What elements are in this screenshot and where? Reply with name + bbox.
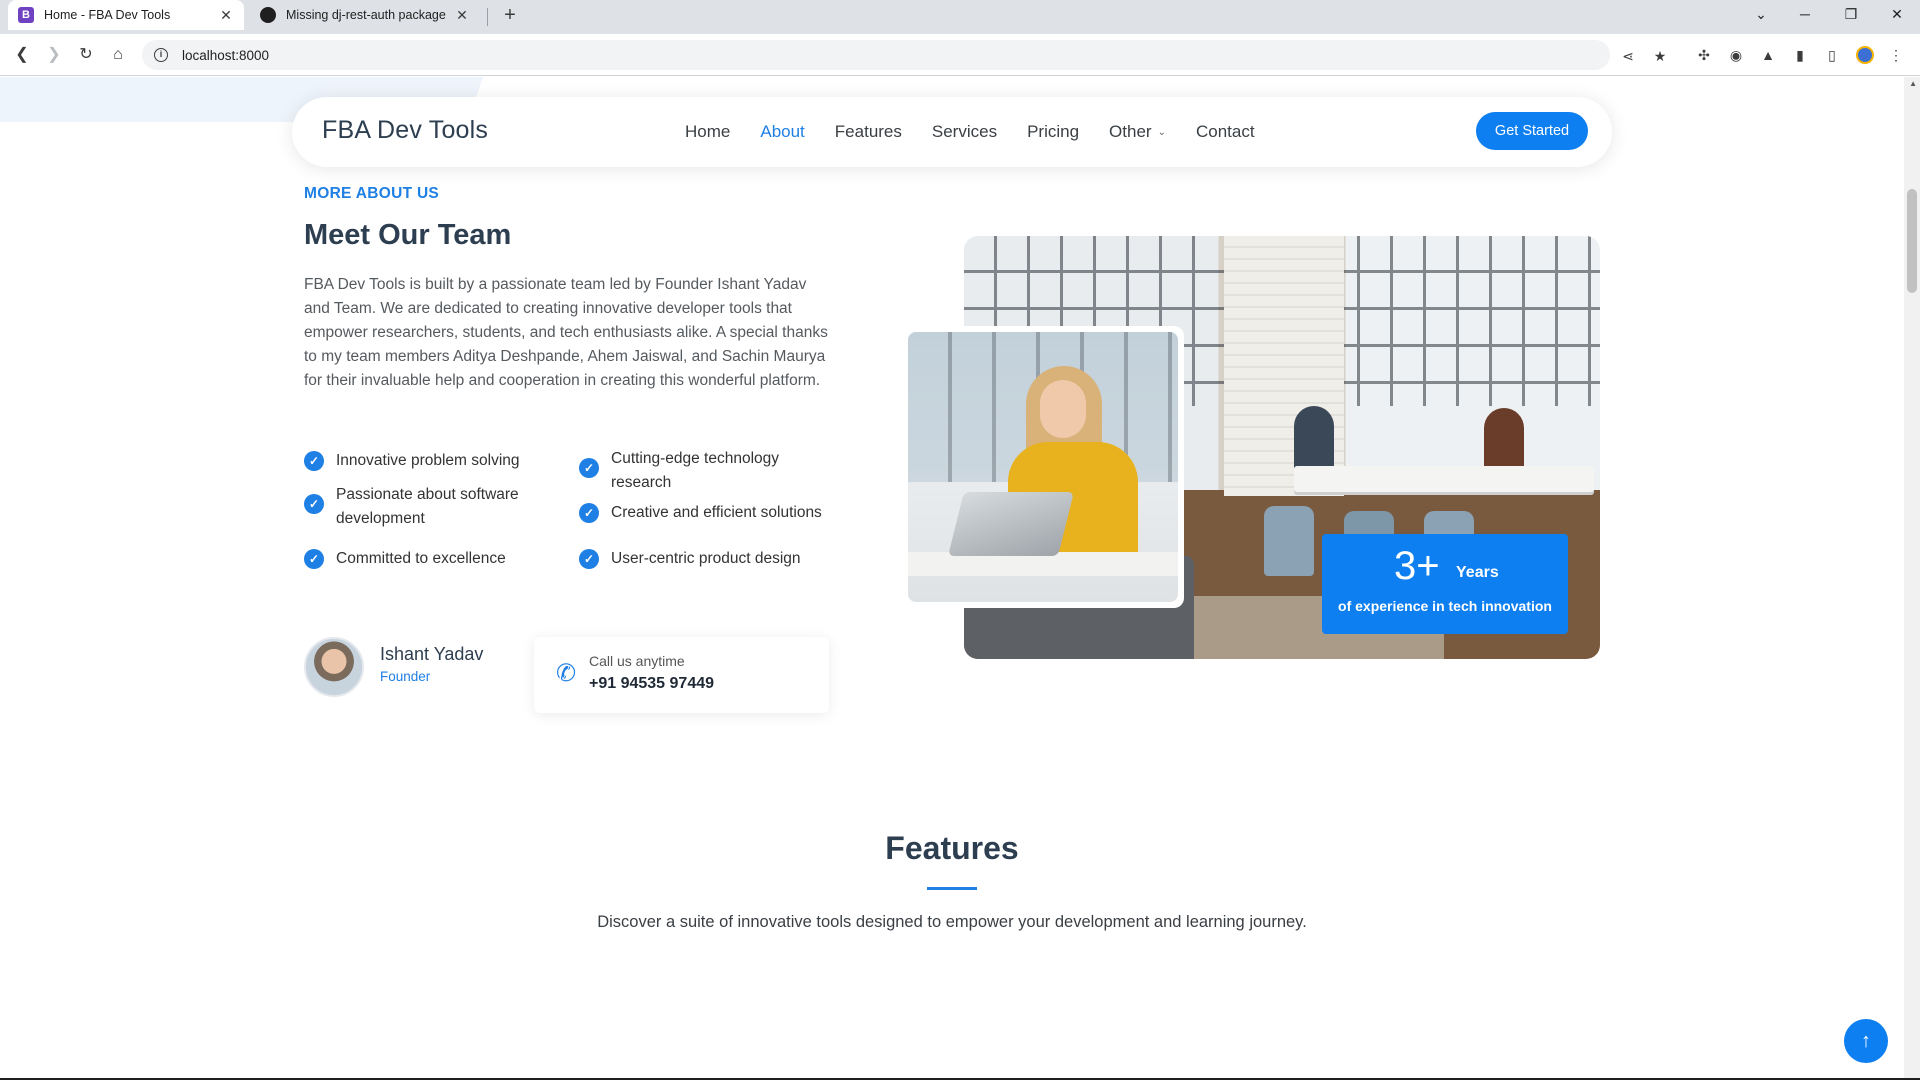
tab-missing-dj-rest-auth[interactable]: Missing dj-rest-auth package ✕ [250,0,480,30]
extension-circle-icon[interactable]: ◉ [1726,45,1746,65]
features-title: Features [885,830,1019,866]
checklist-item: ✓ Cutting-edge technology research [579,447,824,495]
experience-number: 3+ [1394,544,1440,588]
check-circle-icon: ✓ [304,494,324,514]
restore-button[interactable]: ❐ [1828,0,1874,30]
scroll-to-top-button[interactable]: ↑ [1844,1019,1888,1063]
checklist-item-label: Creative and efficient solutions [611,504,822,521]
checklist-item-label: Passionate about software development [336,486,519,527]
tab-home-fba-dev-tools[interactable]: B Home - FBA Dev Tools ✕ [8,0,244,30]
phone-icon: ✆ [556,660,577,687]
nav-link-other-dropdown[interactable]: Other ⌄ [1109,122,1166,142]
home-button[interactable]: ⌂ [106,43,130,67]
experience-text: of experience in tech innovation [1338,598,1552,614]
section-eyebrow: MORE ABOUT US [304,185,440,202]
image-laptop [948,492,1074,556]
check-circle-icon: ✓ [579,549,599,569]
checklist-item-label: User-centric product design [611,550,801,567]
profile-avatar[interactable] [1856,46,1874,64]
tab-title: Missing dj-rest-auth package [286,8,446,22]
experience-badge: 3+ Years of experience in tech innovatio… [1322,534,1568,634]
features-description: Discover a suite of innovative tools des… [597,913,1307,931]
minimize-button[interactable]: ─ [1782,0,1828,30]
scrollbar-thumb[interactable] [1907,189,1917,293]
tab-search-button[interactable]: ⌄ [1738,0,1784,30]
checklist-item: ✓ Innovative problem solving [304,449,564,473]
site-info-icon[interactable]: i [154,48,168,62]
address-bar[interactable]: i localhost:8000 ⋖ ★ [142,40,1666,70]
github-icon [260,7,276,23]
extension-incognito-icon[interactable]: ▲ [1758,45,1778,65]
arrow-up-icon: ↑ [1861,1030,1871,1052]
nav-link-other-label: Other [1109,122,1152,141]
check-circle-icon: ✓ [304,451,324,471]
new-tab-button[interactable]: + [498,4,522,28]
nav-link-contact[interactable]: Contact [1196,122,1255,142]
share-icon[interactable]: ⋖ [1618,46,1638,66]
call-card: ✆ Call us anytime +91 94535 97449 [534,637,829,713]
founder-avatar [304,637,364,697]
checklist-item-label: Innovative problem solving [336,452,520,469]
side-panel-icon[interactable]: ▯ [1822,45,1842,65]
back-button[interactable]: ❮ [10,43,34,67]
extensions-puzzle-icon[interactable]: ✣ [1694,45,1714,65]
nav-link-pricing[interactable]: Pricing [1027,122,1079,142]
nav-link-home[interactable]: Home [685,122,730,142]
page-scrollbar[interactable]: ▲ [1904,77,1920,1080]
menu-kebab-icon[interactable]: ⋮ [1886,45,1906,65]
founder-name: Ishant Yadav [380,644,484,664]
checklist-item: ✓ User-centric product design [579,547,844,571]
nav-link-about[interactable]: About [760,122,804,142]
checklist-item: ✓ Passionate about software development [304,483,564,531]
url-text: localhost:8000 [182,47,270,63]
about-description: FBA Dev Tools is built by a passionate t… [304,276,828,389]
woman-laptop-image-frame [902,326,1184,608]
bootstrap-favicon-icon: B [18,7,34,23]
forward-button[interactable]: ❯ [42,43,66,67]
nav-links: Home About Features Services Pricing Oth… [685,97,1285,167]
office-chair [1264,506,1314,576]
nav-link-services[interactable]: Services [932,122,997,142]
checklist-item-label: Cutting-edge technology research [611,450,780,491]
get-started-button[interactable]: Get Started [1476,112,1588,150]
experience-unit: Years [1456,564,1499,581]
call-label: Call us anytime [589,653,685,669]
founder-role: Founder [380,669,431,684]
bookmark-icon[interactable]: ★ [1650,46,1670,66]
page-viewport: FBA Dev Tools Home About Features Servic… [0,77,1920,1080]
checklist-item: ✓ Creative and efficient solutions [579,501,844,525]
image-face [1040,380,1086,438]
close-tab-icon[interactable]: ✕ [218,7,234,23]
bookmarks-icon[interactable]: ▮ [1790,45,1810,65]
feature-checklist: ✓ Innovative problem solving ✓ Cutting-e… [304,449,844,609]
about-title: Meet Our Team [304,219,512,251]
browser-toolbar: ❮ ❯ ↻ ⌂ i localhost:8000 ⋖ ★ ✣ ◉ ▲ ▮ ▯ ⋮ [0,34,1920,76]
features-title-underline [927,887,977,890]
check-circle-icon: ✓ [579,458,599,478]
tab-separator [487,8,488,26]
nav-link-features[interactable]: Features [835,122,902,142]
close-tab-icon[interactable]: ✕ [454,7,470,23]
check-circle-icon: ✓ [579,503,599,523]
browser-tab-bar: B Home - FBA Dev Tools ✕ Missing dj-rest… [0,0,1920,34]
tab-title: Home - FBA Dev Tools [44,8,171,22]
close-window-button[interactable]: ✕ [1874,0,1920,30]
scroll-up-arrow-icon[interactable]: ▲ [1909,79,1917,88]
brand-logo[interactable]: FBA Dev Tools [322,116,488,145]
reload-button[interactable]: ↻ [74,43,98,67]
check-circle-icon: ✓ [304,549,324,569]
call-number[interactable]: +91 94535 97449 [589,675,714,693]
checklist-item: ✓ Committed to excellence [304,547,564,571]
chevron-down-icon: ⌄ [1157,126,1166,138]
site-navbar: FBA Dev Tools Home About Features Servic… [292,97,1612,167]
woman-laptop-image [908,332,1178,602]
office-table [1294,466,1594,492]
checklist-item-label: Committed to excellence [336,550,506,567]
